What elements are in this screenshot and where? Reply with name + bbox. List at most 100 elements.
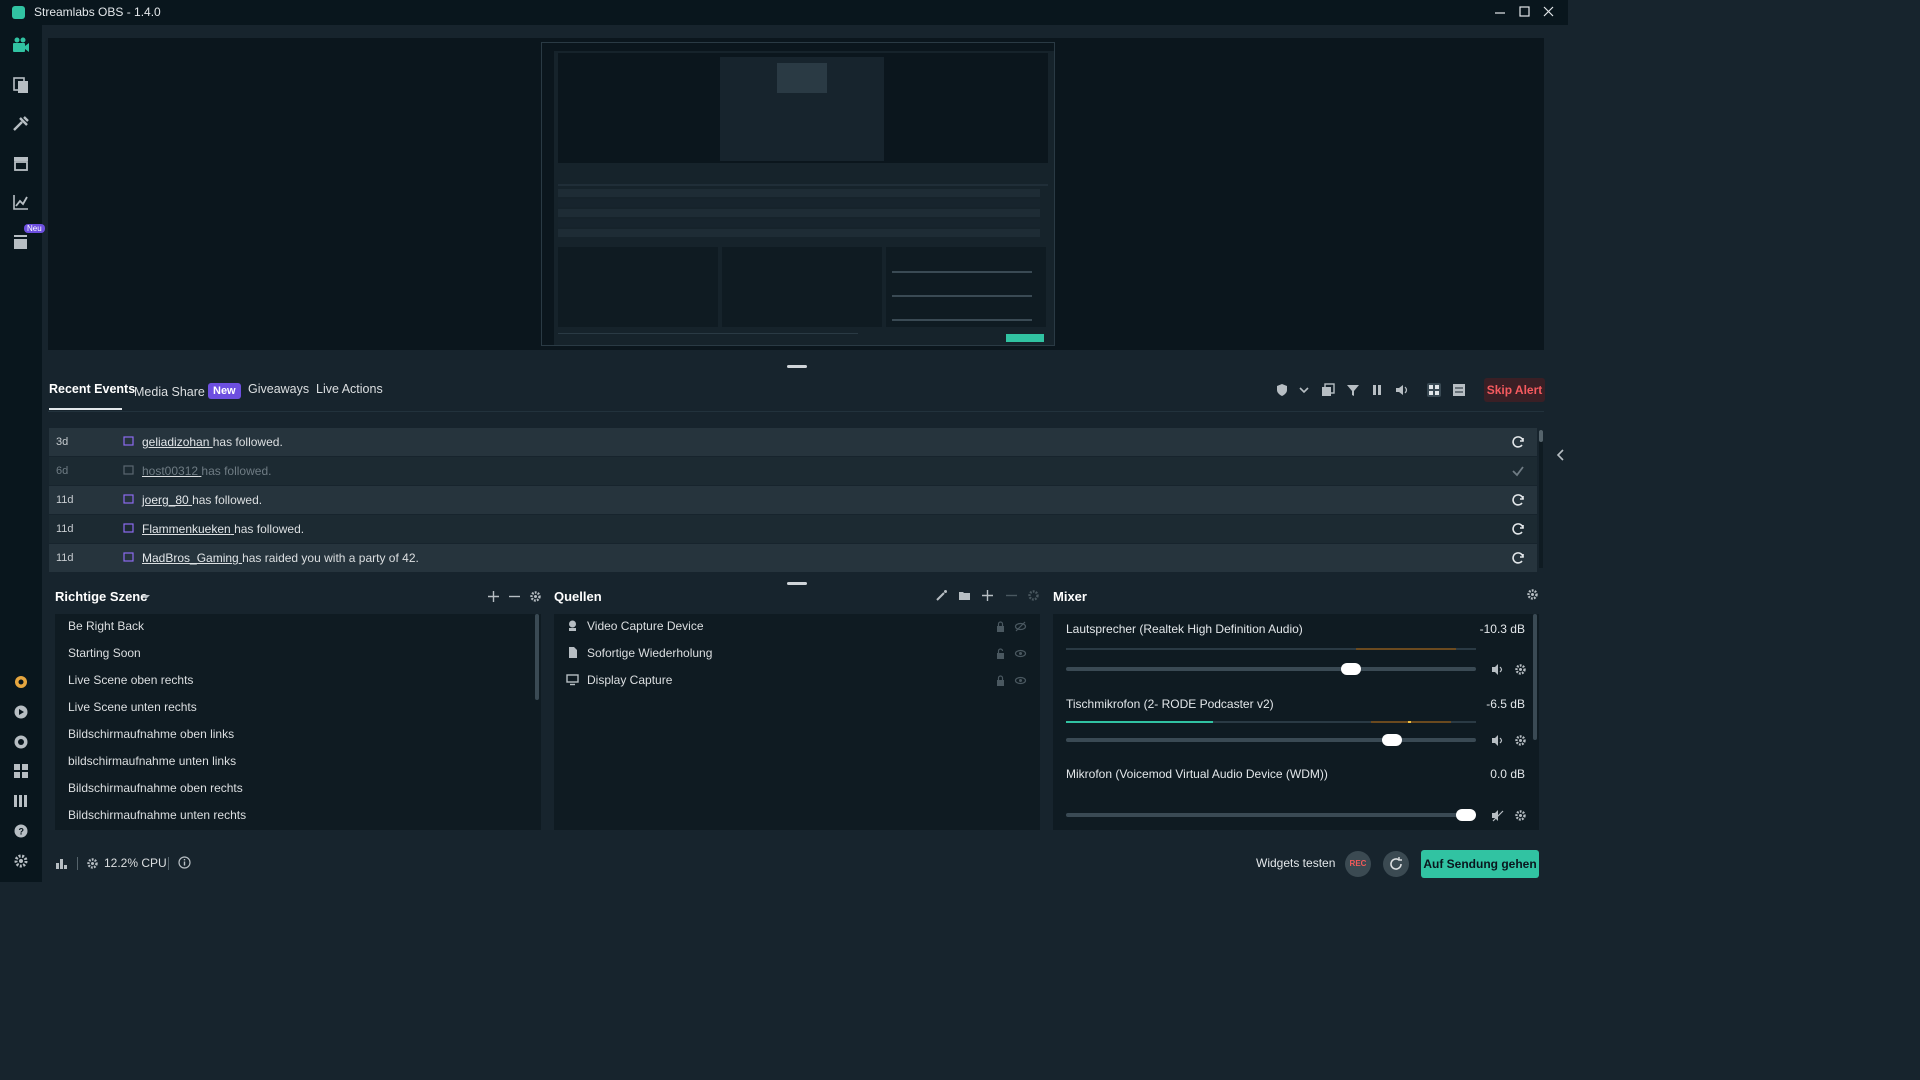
scene-item[interactable]: Bildschirmaufnahme oben links bbox=[68, 727, 234, 741]
scene-item[interactable]: Bildschirmaufnahme unten rechts bbox=[68, 808, 246, 822]
scene-item[interactable]: Starting Soon bbox=[68, 646, 141, 660]
performance-stats-icon[interactable] bbox=[55, 857, 68, 870]
mixer-channel-db: -6.5 dB bbox=[1486, 697, 1525, 711]
chevron-down-icon[interactable] bbox=[1297, 383, 1311, 397]
event-username[interactable]: MadBros_Gaming bbox=[142, 551, 239, 565]
event-action: has followed. bbox=[234, 522, 305, 536]
source-item[interactable]: Sofortige Wiederholung bbox=[587, 646, 712, 660]
grid-icon[interactable] bbox=[11, 761, 31, 781]
collapse-right-icon[interactable] bbox=[1555, 448, 1567, 462]
event-username[interactable]: joerg_80 bbox=[142, 493, 189, 507]
event-row[interactable]: 11d Flammenkueken has followed. bbox=[49, 515, 1537, 543]
channel-settings-icon[interactable] bbox=[1514, 809, 1527, 822]
lock-icon[interactable] bbox=[994, 674, 1007, 687]
repeat-alert-icon[interactable] bbox=[1511, 522, 1525, 536]
event-row[interactable]: 11d MadBros_Gaming has raided you with a… bbox=[49, 544, 1537, 572]
events-resize-handle[interactable] bbox=[787, 582, 807, 585]
settings-icon[interactable] bbox=[11, 851, 31, 871]
event-username[interactable]: Flammenkueken bbox=[142, 522, 231, 536]
record-button[interactable]: REC bbox=[1345, 851, 1371, 877]
scene-settings-icon[interactable] bbox=[529, 590, 542, 603]
lock-icon[interactable] bbox=[994, 620, 1007, 633]
speaker-icon[interactable] bbox=[1491, 663, 1504, 676]
maximize-button[interactable] bbox=[1515, 3, 1535, 21]
volume-icon[interactable] bbox=[1395, 383, 1409, 397]
scene-item[interactable]: bildschirmaufnahme unten links bbox=[68, 754, 236, 768]
repeat-alert-icon[interactable] bbox=[1511, 551, 1525, 565]
themes-icon[interactable] bbox=[11, 75, 31, 95]
info-icon[interactable] bbox=[178, 856, 191, 869]
patreon-icon[interactable] bbox=[11, 672, 31, 692]
event-username[interactable]: host00312 bbox=[142, 464, 198, 478]
twitch-icon bbox=[123, 523, 134, 534]
go-live-button[interactable]: Auf Sendung gehen bbox=[1421, 850, 1539, 878]
add-source-icon[interactable] bbox=[981, 589, 994, 602]
scene-list-scrollbar[interactable] bbox=[535, 614, 539, 700]
add-folder-icon[interactable] bbox=[958, 589, 971, 602]
pause-icon[interactable] bbox=[1370, 383, 1384, 397]
scene-item[interactable]: Bildschirmaufnahme oben rechts bbox=[68, 781, 243, 795]
scene-selector[interactable]: Richtige Szene bbox=[55, 589, 147, 604]
filter-icon[interactable] bbox=[1346, 383, 1360, 397]
editor-icon[interactable] bbox=[11, 36, 31, 56]
scene-item[interactable]: Live Scene oben rechts bbox=[68, 673, 193, 687]
event-username[interactable]: geliadizohan bbox=[142, 435, 209, 449]
repeat-alert-icon[interactable] bbox=[1511, 435, 1525, 449]
speaker-icon[interactable] bbox=[1491, 734, 1504, 747]
sources-title: Quellen bbox=[554, 589, 602, 604]
scene-item[interactable]: Live Scene unten rechts bbox=[68, 700, 197, 714]
channel-settings-icon[interactable] bbox=[1514, 734, 1527, 747]
popout-icon[interactable] bbox=[1321, 383, 1335, 397]
mixer-scrollbar[interactable] bbox=[1533, 614, 1537, 740]
visibility-icon[interactable] bbox=[1014, 674, 1027, 687]
lock-icon[interactable] bbox=[994, 647, 1007, 660]
view-compact-icon[interactable] bbox=[1427, 383, 1441, 397]
source-wand-icon[interactable] bbox=[935, 589, 948, 602]
volume-slider-thumb[interactable] bbox=[1382, 734, 1403, 746]
scene-dropdown-icon[interactable] bbox=[141, 592, 151, 602]
minimize-button[interactable] bbox=[1490, 3, 1510, 21]
event-row[interactable]: 3d geliadizohan has followed. bbox=[49, 428, 1537, 456]
tools-icon[interactable] bbox=[11, 114, 31, 134]
remove-scene-icon[interactable] bbox=[508, 590, 521, 603]
volume-slider[interactable] bbox=[1066, 663, 1476, 675]
source-item[interactable]: Video Capture Device bbox=[587, 619, 704, 633]
highlighter-icon[interactable] bbox=[11, 232, 31, 252]
preview-resize-handle[interactable] bbox=[787, 365, 807, 368]
tab-recent-events[interactable]: Recent Events bbox=[49, 382, 135, 396]
play-icon[interactable] bbox=[11, 702, 31, 722]
events-scrollbar[interactable] bbox=[1539, 430, 1543, 568]
close-button[interactable] bbox=[1539, 3, 1559, 21]
source-settings-icon[interactable] bbox=[1027, 589, 1040, 602]
volume-slider[interactable] bbox=[1066, 809, 1476, 821]
event-row[interactable]: 11d joerg_80 has followed. bbox=[49, 486, 1537, 514]
visibility-hidden-icon[interactable] bbox=[1014, 620, 1027, 633]
add-scene-icon[interactable] bbox=[487, 590, 500, 603]
view-list-icon[interactable] bbox=[1452, 383, 1466, 397]
speaker-muted-icon[interactable] bbox=[1491, 809, 1504, 822]
volume-slider-thumb[interactable] bbox=[1341, 663, 1362, 675]
source-item[interactable]: Display Capture bbox=[587, 673, 672, 687]
visibility-icon[interactable] bbox=[1014, 647, 1027, 660]
replay-buffer-button[interactable] bbox=[1383, 851, 1409, 877]
stats-icon[interactable] bbox=[11, 192, 31, 212]
channel-settings-icon[interactable] bbox=[1514, 663, 1527, 676]
tab-giveaways[interactable]: Giveaways bbox=[248, 382, 309, 396]
widgets-test-button[interactable]: Widgets testen bbox=[1256, 856, 1335, 870]
mixer-settings-icon[interactable] bbox=[1526, 588, 1539, 601]
event-row[interactable]: 6d host00312 has followed. bbox=[49, 457, 1537, 485]
remove-source-icon[interactable] bbox=[1005, 589, 1018, 602]
tab-media-share[interactable]: Media Share bbox=[134, 385, 205, 399]
shield-icon[interactable] bbox=[1275, 383, 1289, 397]
help-icon[interactable]: ? bbox=[11, 821, 31, 841]
check-icon[interactable] bbox=[1511, 464, 1525, 478]
repeat-alert-icon[interactable] bbox=[1511, 493, 1525, 507]
volume-slider-thumb[interactable] bbox=[1456, 809, 1476, 821]
store-icon[interactable] bbox=[11, 153, 31, 173]
scene-item[interactable]: Be Right Back bbox=[68, 619, 144, 633]
library-icon[interactable] bbox=[11, 791, 31, 811]
chat-icon[interactable] bbox=[11, 732, 31, 752]
tab-live-actions[interactable]: Live Actions bbox=[316, 382, 383, 396]
volume-slider[interactable] bbox=[1066, 734, 1476, 746]
skip-alert-button[interactable]: Skip Alert bbox=[1484, 378, 1545, 402]
